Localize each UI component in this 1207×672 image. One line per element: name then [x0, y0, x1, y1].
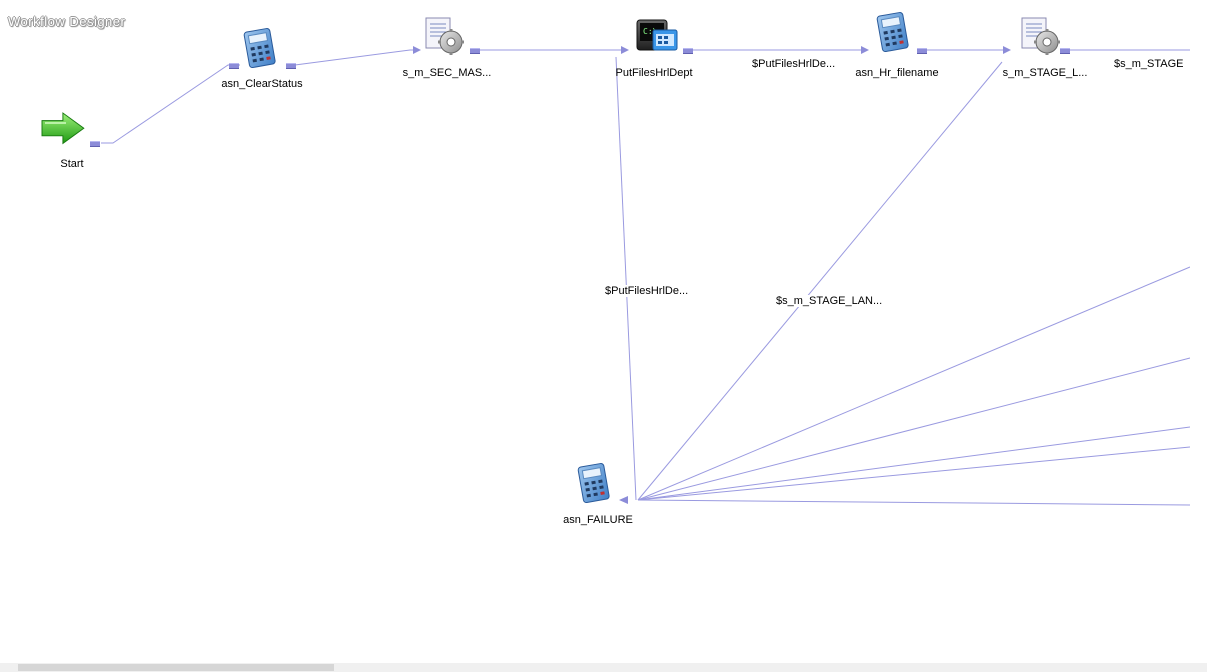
clearstatus-input-port[interactable]: [229, 63, 239, 69]
link-putfiles-failure[interactable]: [615, 56, 637, 501]
node-label-secmas[interactable]: s_m_SEC_MAS...: [403, 67, 492, 79]
link-right-failure-4[interactable]: [637, 446, 1191, 501]
link-right-failure-1[interactable]: [637, 266, 1191, 501]
node-label-hr-filename[interactable]: asn_Hr_filename: [855, 67, 938, 79]
canvas-right-edge: [1190, 0, 1207, 663]
node-label-start[interactable]: Start: [60, 158, 83, 170]
command-task-icon[interactable]: C:\: [636, 19, 678, 51]
start-arrow-icon[interactable]: [41, 112, 85, 145]
putfiles-output-port[interactable]: [683, 48, 693, 54]
hr-output-port[interactable]: [917, 48, 927, 54]
assignment-calculator-icon[interactable]: [243, 28, 276, 69]
session-gear-icon[interactable]: [1021, 17, 1060, 55]
scrollbar-thumb[interactable]: [18, 664, 334, 671]
link-label-stage-fail[interactable]: $s_m_STAGE_LAN...: [776, 295, 883, 307]
node-label-failure[interactable]: asn_FAILURE: [563, 514, 633, 526]
assignment-calculator-icon[interactable]: [577, 463, 610, 504]
failure-arrow-head: [619, 496, 628, 504]
link-right-failure-2[interactable]: [637, 357, 1191, 501]
secmas-output-port[interactable]: [470, 48, 480, 54]
clearstatus-output-port[interactable]: [286, 63, 296, 69]
start-output-port[interactable]: [90, 141, 100, 147]
stage-output-port[interactable]: [1060, 48, 1070, 54]
node-label-clearstatus[interactable]: asn_ClearStatus: [221, 78, 302, 90]
link-clearstatus-secmas[interactable]: [294, 46, 421, 66]
link-stage-failure[interactable]: [637, 61, 1003, 501]
link-label-stage-out[interactable]: $s_m_STAGE: [1114, 58, 1184, 70]
link-start-clearstatus[interactable]: [101, 64, 240, 144]
link-right-failure-3[interactable]: [637, 426, 1191, 501]
link-label-putfiles-fail[interactable]: $PutFilesHrlDe...: [605, 285, 689, 297]
session-gear-icon[interactable]: [425, 17, 464, 55]
horizontal-scrollbar[interactable]: [0, 663, 1207, 672]
workflow-canvas[interactable]: C:\: [0, 0, 1207, 672]
node-label-putfiles[interactable]: PutFilesHrlDept: [615, 67, 692, 79]
workflow-designer-title: Workflow Designer: [8, 14, 126, 29]
link-label-putfiles-hr[interactable]: $PutFilesHrlDe...: [752, 58, 836, 70]
link-right-failure-5[interactable]: [637, 499, 1191, 506]
node-label-stage[interactable]: s_m_STAGE_L...: [1003, 67, 1088, 79]
assignment-calculator-icon[interactable]: [876, 12, 909, 53]
